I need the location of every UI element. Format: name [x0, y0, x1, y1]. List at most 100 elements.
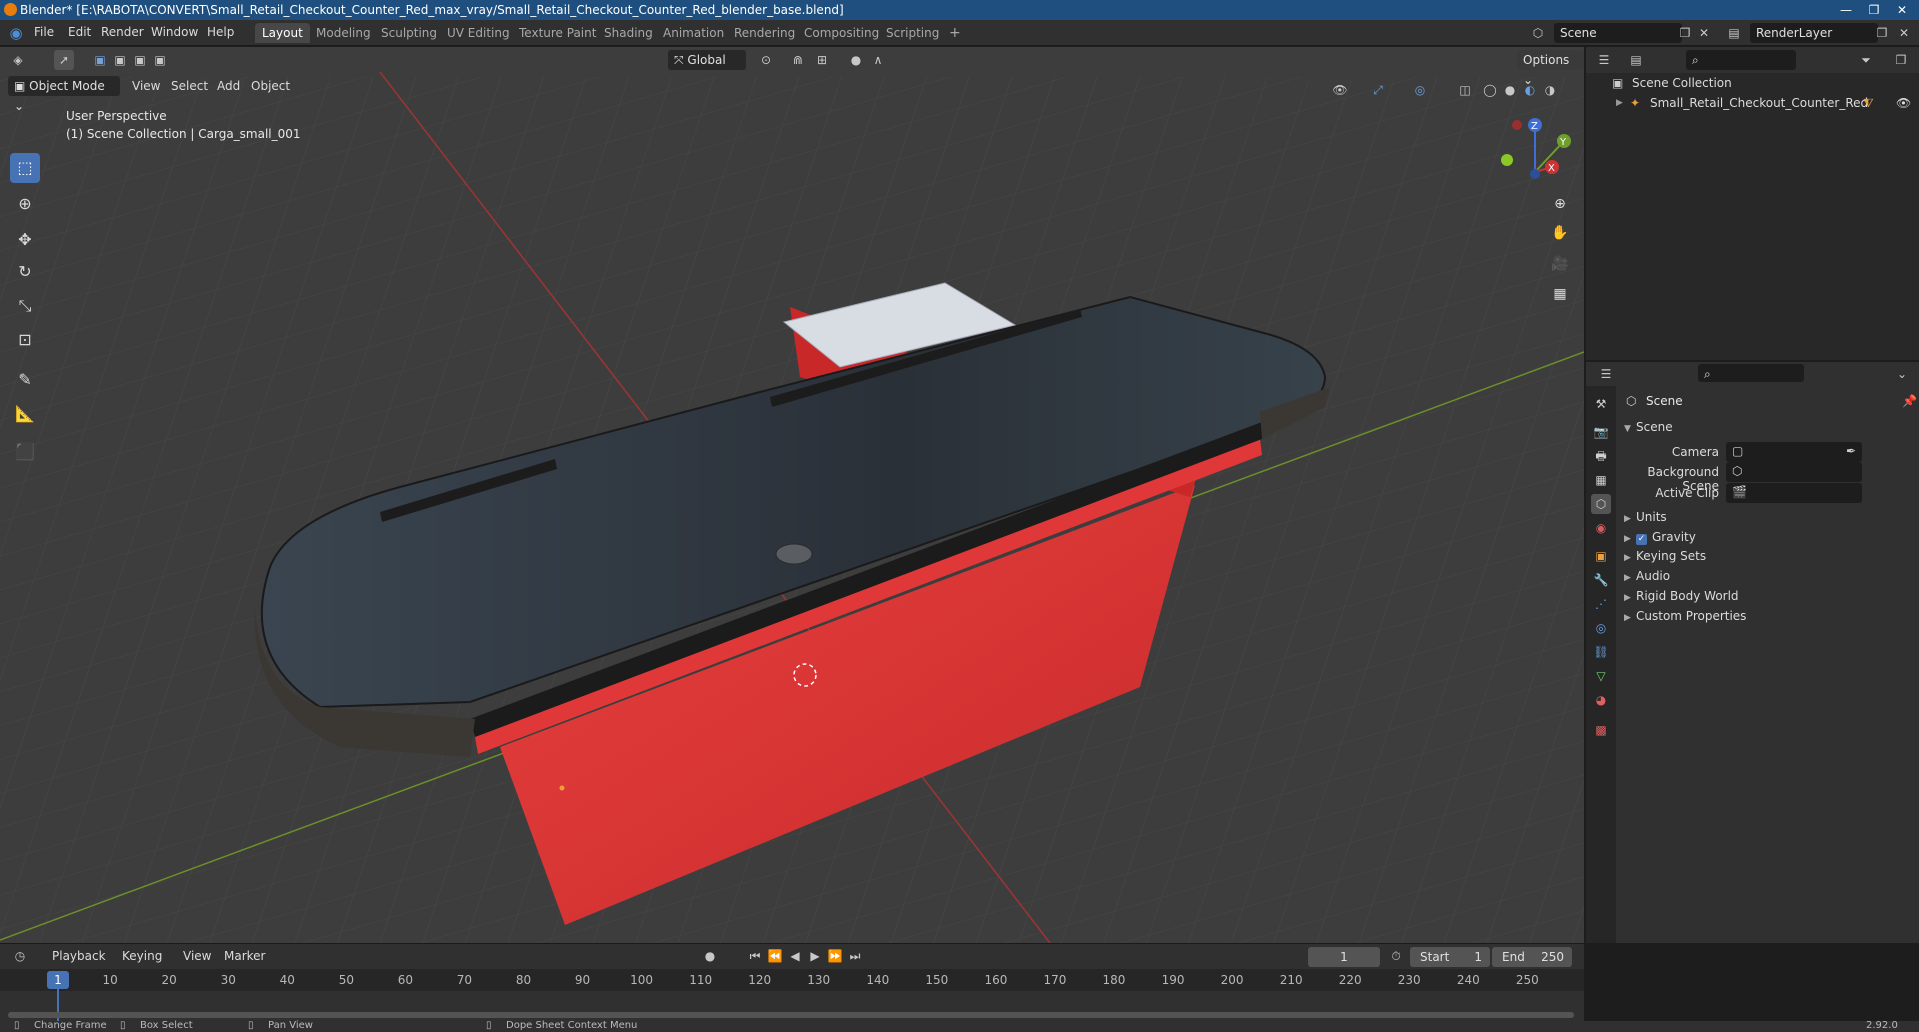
- transform-tool-icon[interactable]: ⊡: [10, 325, 40, 355]
- shading-rendered-icon[interactable]: ◑: [1540, 80, 1560, 100]
- snap-icon[interactable]: ⋒: [788, 50, 808, 70]
- snap-target-icon[interactable]: ⊞: [812, 50, 832, 70]
- add-cube-tool-icon[interactable]: ⬛: [10, 437, 40, 467]
- panel-gravity-header[interactable]: ▶ ✓ Gravity: [1624, 530, 1696, 545]
- camera-field[interactable]: ▢ ✒: [1726, 442, 1862, 462]
- add-workspace-button[interactable]: +: [942, 23, 968, 43]
- timeline-scrollbar[interactable]: [8, 1012, 1574, 1018]
- scale-tool-icon[interactable]: ⤡: [10, 291, 40, 321]
- minimize-button[interactable]: —: [1832, 0, 1860, 20]
- shading-wireframe-icon[interactable]: ◯: [1480, 80, 1500, 100]
- jump-end-icon[interactable]: ⏭: [845, 946, 865, 966]
- tab-layout[interactable]: Layout: [255, 23, 310, 43]
- record-icon[interactable]: ●: [700, 946, 720, 966]
- eyedropper-icon[interactable]: ✒: [1846, 444, 1856, 458]
- prev-keyframe-icon[interactable]: ⏪: [765, 946, 785, 966]
- eye-visibility-icon[interactable]: 👁: [1896, 93, 1911, 113]
- viewport-menu-select[interactable]: Select: [171, 79, 208, 93]
- 3d-viewport[interactable]: Z Y X ◈ ➚ ▣ ▣ ▣ ▣ ▣ Object Mode ⌄ View S…: [0, 47, 1584, 943]
- tab-modeling[interactable]: Modeling: [309, 23, 378, 43]
- pin-icon[interactable]: 📌: [1902, 394, 1917, 408]
- outliner-editor-icon[interactable]: ☰: [1594, 50, 1614, 70]
- view-layer-tab-icon[interactable]: ▦: [1591, 470, 1611, 490]
- panel-audio-header[interactable]: ▶ Audio: [1624, 569, 1670, 583]
- move-tool-icon[interactable]: ✥: [10, 225, 40, 255]
- delete-layer-icon[interactable]: ✕: [1894, 23, 1914, 43]
- select-box-tool-icon[interactable]: ⬚: [10, 153, 40, 183]
- overlay-toggle-icon[interactable]: ◎: [1410, 80, 1430, 100]
- viewport-menu-view[interactable]: View: [132, 79, 160, 93]
- end-frame-field[interactable]: End 250: [1492, 947, 1572, 967]
- start-frame-field[interactable]: Start 1: [1410, 947, 1490, 967]
- render-tab-icon[interactable]: 📷: [1591, 422, 1611, 442]
- timeline-ruler[interactable]: 10 20 30 40 50 60 70 80 90 100 110 120 130 140 150 160 1…: [0, 969, 1584, 991]
- active-clip-field[interactable]: 🎬: [1726, 483, 1862, 503]
- gizmo-toggle-icon[interactable]: ⤢: [1368, 80, 1388, 100]
- maximize-button[interactable]: ❐: [1860, 0, 1888, 20]
- texture-tab-icon[interactable]: ▩: [1591, 720, 1611, 740]
- viewport-menu-object[interactable]: Object: [251, 79, 290, 93]
- close-button[interactable]: ✕: [1888, 0, 1916, 20]
- shading-solid-icon[interactable]: ●: [1500, 80, 1520, 100]
- timeline-editor-icon[interactable]: ◷: [10, 946, 30, 966]
- tab-texture-paint[interactable]: Texture Paint: [512, 23, 603, 43]
- transform-orientation-dropdown[interactable]: ⤧ Global: [668, 50, 746, 70]
- panel-scene-header[interactable]: ▼ Scene: [1624, 420, 1673, 434]
- scene-name-field[interactable]: Scene: [1554, 23, 1682, 43]
- menu-render[interactable]: Render: [101, 25, 144, 39]
- falloff-icon[interactable]: ∧: [868, 50, 888, 70]
- panel-rigid-body-header[interactable]: ▶ Rigid Body World: [1624, 589, 1739, 603]
- new-collection-icon[interactable]: ❐: [1891, 50, 1911, 70]
- timeline-menu-marker[interactable]: Marker: [224, 949, 265, 963]
- properties-search-input[interactable]: ⌕: [1698, 364, 1804, 382]
- tab-shading[interactable]: Shading: [597, 23, 660, 43]
- clock-icon[interactable]: ⏱: [1386, 946, 1406, 966]
- shading-material-icon[interactable]: ◐: [1520, 80, 1540, 100]
- outliner-search-input[interactable]: ⌕: [1686, 50, 1796, 70]
- outliner-item-counter[interactable]: ▶ ✦ Small_Retail_Checkout_Counter_Red ⧨ …: [1586, 93, 1919, 113]
- tab-rendering[interactable]: Rendering: [727, 23, 802, 43]
- viewport-menu-add[interactable]: Add: [217, 79, 240, 93]
- rotate-tool-icon[interactable]: ↻: [10, 257, 40, 287]
- tab-compositing[interactable]: Compositing: [797, 23, 886, 43]
- annotate-tool-icon[interactable]: ✎: [10, 365, 40, 395]
- gravity-checkbox[interactable]: ✓: [1636, 534, 1647, 545]
- timeline-editor[interactable]: ◷ Playback Keying View Marker ● ⏮ ⏪ ◀ ▶ …: [0, 943, 1584, 1032]
- timeline-menu-view[interactable]: View: [183, 949, 211, 963]
- zoom-icon[interactable]: ⊕: [1548, 192, 1572, 216]
- world-tab-icon[interactable]: ◉: [1591, 518, 1611, 538]
- pivot-point-icon[interactable]: ⊙: [756, 50, 776, 70]
- object-tab-icon[interactable]: ▣: [1591, 546, 1611, 566]
- tool-tab-icon[interactable]: ⚒: [1591, 394, 1611, 414]
- new-scene-icon[interactable]: ❐: [1675, 23, 1695, 43]
- select-subtract-icon[interactable]: ▣: [130, 50, 150, 70]
- blender-menu-icon[interactable]: ◉: [6, 23, 26, 43]
- scene-browse-icon[interactable]: ⬡: [1528, 23, 1548, 43]
- panel-units-header[interactable]: ▶ Units: [1624, 510, 1667, 524]
- new-layer-icon[interactable]: ❐: [1872, 23, 1892, 43]
- next-keyframe-icon[interactable]: ⏩: [825, 946, 845, 966]
- output-tab-icon[interactable]: 🖶: [1591, 446, 1611, 466]
- panel-keying-sets-header[interactable]: ▶ Keying Sets: [1624, 549, 1706, 563]
- expand-arrow-icon[interactable]: ▶: [1616, 93, 1623, 113]
- camera-view-icon[interactable]: 🎥: [1548, 252, 1572, 276]
- tab-animation[interactable]: Animation: [656, 23, 731, 43]
- material-tab-icon[interactable]: ◕: [1591, 690, 1611, 710]
- proportional-edit-icon[interactable]: ●: [846, 50, 866, 70]
- properties-editor-icon[interactable]: ☰: [1596, 364, 1616, 384]
- play-icon[interactable]: ▶: [805, 946, 825, 966]
- filter-icon[interactable]: ⏷: [1856, 50, 1876, 70]
- cursor-tool-icon[interactable]: ⊕: [10, 189, 40, 219]
- modifier-tab-icon[interactable]: 🔧: [1591, 570, 1611, 590]
- tab-uv-editing[interactable]: UV Editing: [440, 23, 517, 43]
- render-layer-browse-icon[interactable]: ▤: [1724, 23, 1744, 43]
- jump-start-icon[interactable]: ⏮: [745, 946, 765, 966]
- menu-edit[interactable]: Edit: [68, 25, 91, 39]
- display-mode-icon[interactable]: ▤: [1626, 50, 1646, 70]
- delete-scene-icon[interactable]: ✕: [1694, 23, 1714, 43]
- visibility-icon[interactable]: 👁: [1330, 80, 1350, 100]
- menu-window[interactable]: Window: [151, 25, 198, 39]
- panel-custom-properties-header[interactable]: ▶ Custom Properties: [1624, 609, 1746, 623]
- xray-toggle-icon[interactable]: ◫: [1455, 80, 1475, 100]
- constraints-tab-icon[interactable]: ⛓: [1591, 642, 1611, 662]
